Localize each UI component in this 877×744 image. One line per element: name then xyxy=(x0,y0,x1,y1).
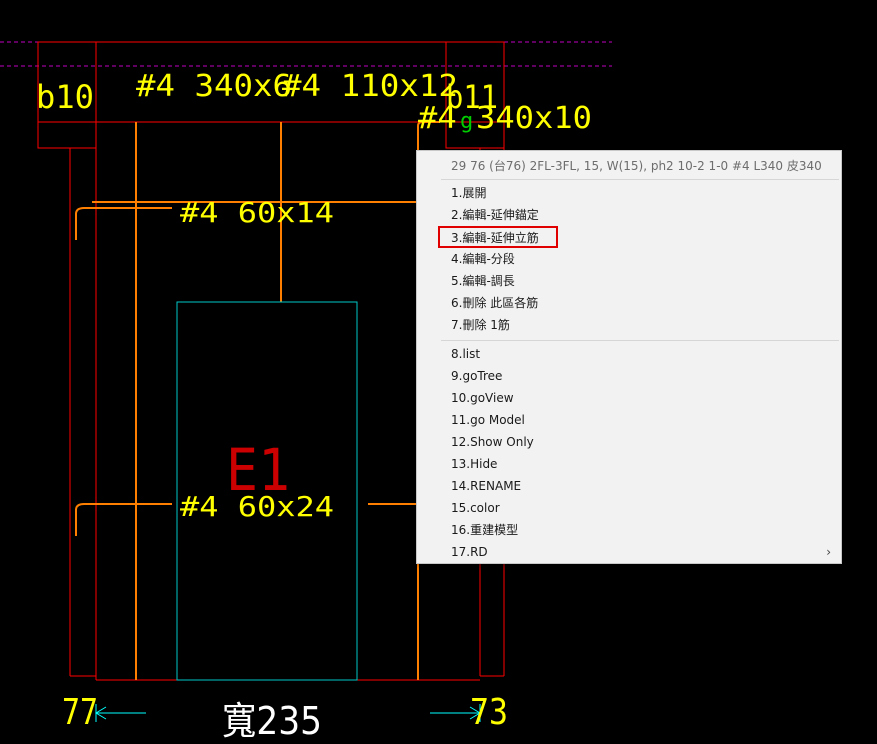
menu-separator-top xyxy=(441,179,839,180)
left-dimension-label: 77 xyxy=(62,692,98,733)
mid-rebar-label[interactable]: #4 60x14 xyxy=(180,196,334,229)
bottom-rebar-label[interactable]: #4 60x24 xyxy=(180,490,334,523)
menu-item-edit-segment[interactable]: 4.編輯-分段 xyxy=(419,248,839,270)
label-b10: b10 xyxy=(36,78,94,116)
menu-item-color[interactable]: 15.color xyxy=(419,497,839,519)
context-menu: 29 76 (台76) 2FL-3FL, 15, W(15), ph2 10-2… xyxy=(416,150,842,564)
menu-item-go-model[interactable]: 11.go Model xyxy=(419,409,839,431)
menu-item-list[interactable]: 8.list xyxy=(419,343,839,365)
menu-item-show-only[interactable]: 12.Show Only xyxy=(419,431,839,453)
menu-item-edit-adjust-length[interactable]: 5.編輯-調長 xyxy=(419,270,839,292)
menu-separator-middle xyxy=(441,340,839,341)
top-rebar-label-1[interactable]: #4 340x6 xyxy=(136,69,292,104)
menu-item-rd-label: 17.RD xyxy=(451,545,488,559)
menu-item-hide[interactable]: 13.Hide xyxy=(419,453,839,475)
context-menu-header: 29 76 (台76) 2FL-3FL, 15, W(15), ph2 10-2… xyxy=(451,159,822,173)
width-dimension-label: 寬235 xyxy=(222,699,322,743)
menu-item-edit-extend-anchor[interactable]: 2.編輯-延伸錨定 xyxy=(419,204,839,226)
menu-item-expand[interactable]: 1.展開 xyxy=(419,182,839,204)
menu-item-rd[interactable]: 17.RD › xyxy=(419,541,839,563)
menu-item-rename[interactable]: 14.RENAME xyxy=(419,475,839,497)
menu-item-delete-one-bar[interactable]: 7.刪除 1筋 xyxy=(419,314,839,336)
top-rebar-label-2[interactable]: #4 110x12 xyxy=(282,69,458,104)
menu-item-go-tree[interactable]: 9.goTree xyxy=(419,365,839,387)
menu-item-rebuild-model[interactable]: 16.重建模型 xyxy=(419,519,839,541)
menu-item-edit-extend-vertical-bar[interactable]: 3.編輯-延伸立筋 xyxy=(419,227,839,249)
menu-item-go-view[interactable]: 10.goView xyxy=(419,387,839,409)
menu-item-delete-area-bars[interactable]: 6.刪除 此區各筋 xyxy=(419,292,839,314)
right-dimension-label: 73 xyxy=(470,692,508,733)
top-rebar-label-3[interactable]: #4 340x10 xyxy=(418,101,592,136)
chevron-right-icon: › xyxy=(826,545,831,559)
